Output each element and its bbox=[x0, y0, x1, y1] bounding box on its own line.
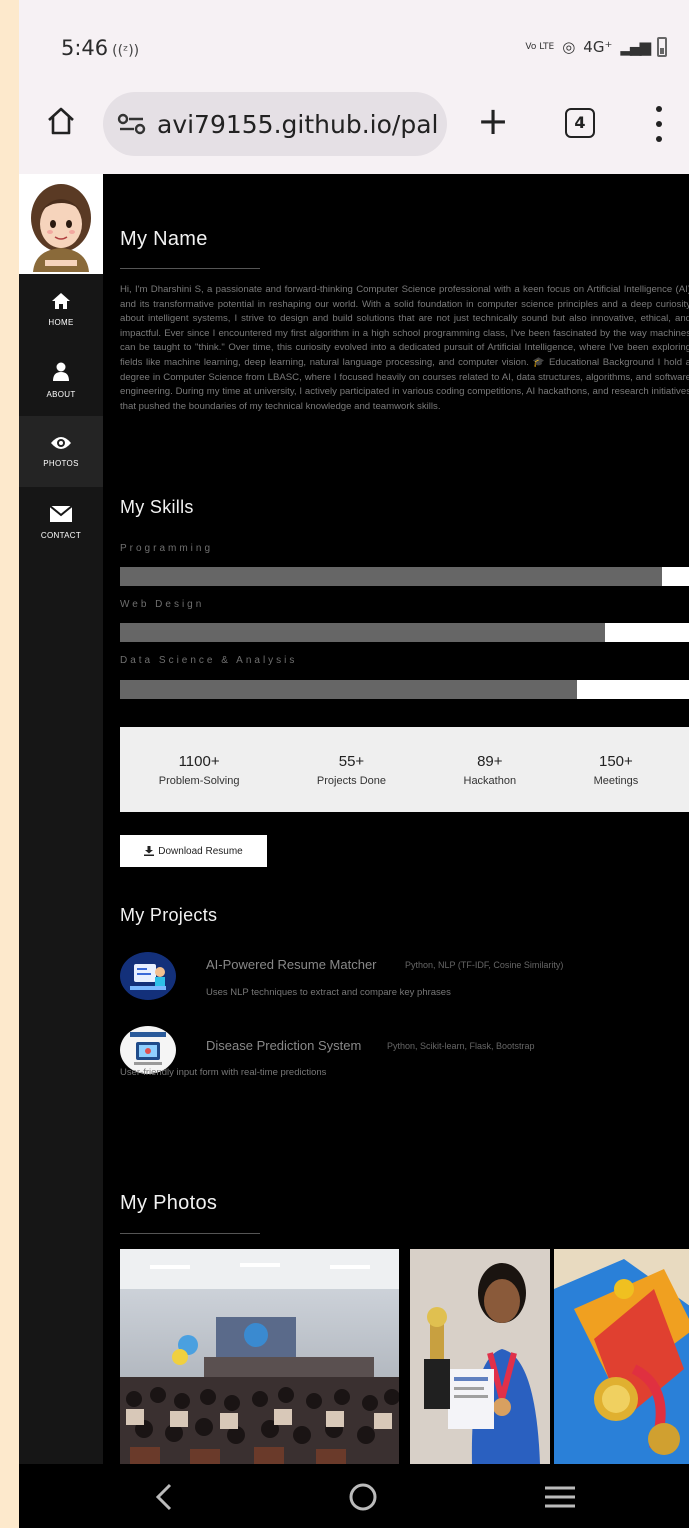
skill-bar-data-science bbox=[120, 680, 689, 699]
skill-label: Web Design bbox=[120, 599, 205, 610]
network-label: 4G⁺ bbox=[583, 38, 613, 56]
dot bbox=[656, 121, 662, 127]
sidebar-item-home[interactable]: HOME bbox=[19, 274, 103, 345]
url-text: avi79155.github.io/pal bbox=[157, 109, 439, 139]
event-photo-image bbox=[120, 1249, 399, 1464]
photo-award[interactable] bbox=[410, 1249, 550, 1464]
award-photo-image bbox=[410, 1249, 550, 1464]
project-title[interactable]: Disease Prediction System bbox=[206, 1038, 361, 1053]
stat-label: Projects Done bbox=[316, 774, 387, 787]
project-desc: User-friendly input form with real-time … bbox=[120, 1067, 327, 1078]
photo-medal[interactable] bbox=[554, 1249, 689, 1464]
skill-bar-programming bbox=[120, 567, 689, 586]
stats-panel: 1100+ Problem-Solving 55+ Projects Done … bbox=[120, 727, 689, 812]
avatar-illustration bbox=[31, 184, 91, 272]
cast-icon: ((ᶻ)) bbox=[112, 43, 140, 59]
avatar[interactable] bbox=[19, 174, 103, 274]
home-icon bbox=[52, 293, 70, 309]
status-time: 5:46 ((ᶻ)) bbox=[61, 36, 139, 60]
user-icon bbox=[53, 362, 69, 381]
project-thumbnail[interactable] bbox=[120, 952, 176, 1000]
download-resume-button[interactable]: Download Resume bbox=[120, 835, 267, 867]
sidebar-item-label: ABOUT bbox=[46, 390, 76, 399]
resume-matcher-illustration bbox=[120, 952, 176, 1000]
projects-title: My Projects bbox=[120, 905, 218, 925]
stat-item: 55+ Projects Done bbox=[317, 753, 386, 787]
photos-divider bbox=[120, 1233, 260, 1234]
download-resume-label: Download Resume bbox=[158, 845, 243, 857]
new-tab-button[interactable]: + bbox=[475, 102, 511, 142]
about-title: My Name bbox=[120, 228, 208, 250]
browser-menu-button[interactable] bbox=[653, 106, 665, 142]
sidebar-item-about[interactable]: ABOUT bbox=[19, 345, 103, 416]
skill-fill bbox=[120, 680, 577, 699]
recents-icon[interactable] bbox=[543, 1482, 577, 1512]
stat-item: 1100+ Problem-Solving bbox=[159, 753, 240, 787]
home-outline-icon bbox=[48, 107, 74, 135]
dot bbox=[656, 136, 662, 142]
signal-icon: ▂▄▆ bbox=[620, 38, 651, 56]
stat-value: 1100+ bbox=[178, 752, 220, 770]
clock: 5:46 bbox=[61, 36, 109, 60]
sidebar-item-photos[interactable]: PHOTOS bbox=[19, 416, 103, 487]
stat-label: Hackathon bbox=[463, 774, 517, 787]
sidebar-item-label: PHOTOS bbox=[43, 459, 79, 468]
skill-fill bbox=[120, 567, 663, 586]
back-icon[interactable] bbox=[153, 1482, 175, 1512]
screen: 5:46 ((ᶻ)) Vo LTE ◎ 4G⁺ ▂▄▆ avi79155.gith… bbox=[19, 0, 689, 1528]
stat-value: 55+ bbox=[338, 752, 365, 770]
battery-icon bbox=[657, 37, 667, 57]
sidebar-item-contact[interactable]: CONTACT bbox=[19, 487, 103, 558]
volte-icon: Vo LTE bbox=[525, 41, 555, 52]
main-content: My Name Hi, I'm Dharshini S, a passionat… bbox=[103, 174, 689, 1464]
stat-item: 89+ Hackathon bbox=[464, 753, 517, 787]
browser-home-button[interactable] bbox=[43, 103, 79, 139]
status-icons: Vo LTE ◎ 4G⁺ ▂▄▆ bbox=[525, 37, 667, 57]
about-divider bbox=[120, 268, 260, 269]
hotspot-icon: ◎ bbox=[562, 38, 576, 56]
tab-switcher-button[interactable]: 4 bbox=[565, 108, 595, 138]
stat-item: 150+ Meetings bbox=[594, 753, 639, 787]
site-settings-icon[interactable] bbox=[117, 113, 147, 135]
skill-label: Programming bbox=[120, 543, 214, 554]
skill-fill bbox=[120, 623, 606, 642]
system-nav-bar bbox=[19, 1464, 689, 1528]
stat-value: 150+ bbox=[599, 752, 633, 770]
skill-bar-web-design bbox=[120, 623, 689, 642]
mail-icon bbox=[49, 505, 73, 522]
dot bbox=[656, 106, 662, 112]
sidebar-item-label: HOME bbox=[48, 318, 74, 327]
home-circle-icon[interactable] bbox=[347, 1482, 379, 1512]
stat-value: 89+ bbox=[477, 752, 503, 770]
project-desc: Uses NLP techniques to extract and compa… bbox=[206, 987, 451, 998]
skills-title: My Skills bbox=[120, 497, 194, 517]
project-title[interactable]: AI-Powered Resume Matcher bbox=[206, 957, 377, 972]
photos-title: My Photos bbox=[120, 1192, 218, 1214]
sidebar-item-label: CONTACT bbox=[40, 531, 82, 540]
sidebar: HOME ABOUT PHOTOS CONTACT bbox=[19, 174, 103, 1464]
stat-label: Meetings bbox=[593, 774, 639, 787]
address-bar[interactable]: avi79155.github.io/pal bbox=[103, 92, 447, 156]
browser-chrome: 5:46 ((ᶻ)) Vo LTE ◎ 4G⁺ ▂▄▆ avi79155.gith… bbox=[19, 0, 689, 174]
medal-photo-image bbox=[554, 1249, 689, 1464]
skill-label: Data Science & Analysis bbox=[120, 655, 298, 666]
photo-event[interactable] bbox=[120, 1249, 399, 1464]
project-tech: Python, Scikit-learn, Flask, Bootstrap bbox=[387, 1041, 535, 1051]
download-icon bbox=[144, 846, 155, 856]
stat-label: Problem-Solving bbox=[158, 774, 240, 787]
about-text: Hi, I'm Dharshini S, a passionate and fo… bbox=[120, 284, 689, 412]
eye-icon bbox=[51, 437, 71, 449]
project-tech: Python, NLP (TF-IDF, Cosine Similarity) bbox=[405, 960, 564, 970]
